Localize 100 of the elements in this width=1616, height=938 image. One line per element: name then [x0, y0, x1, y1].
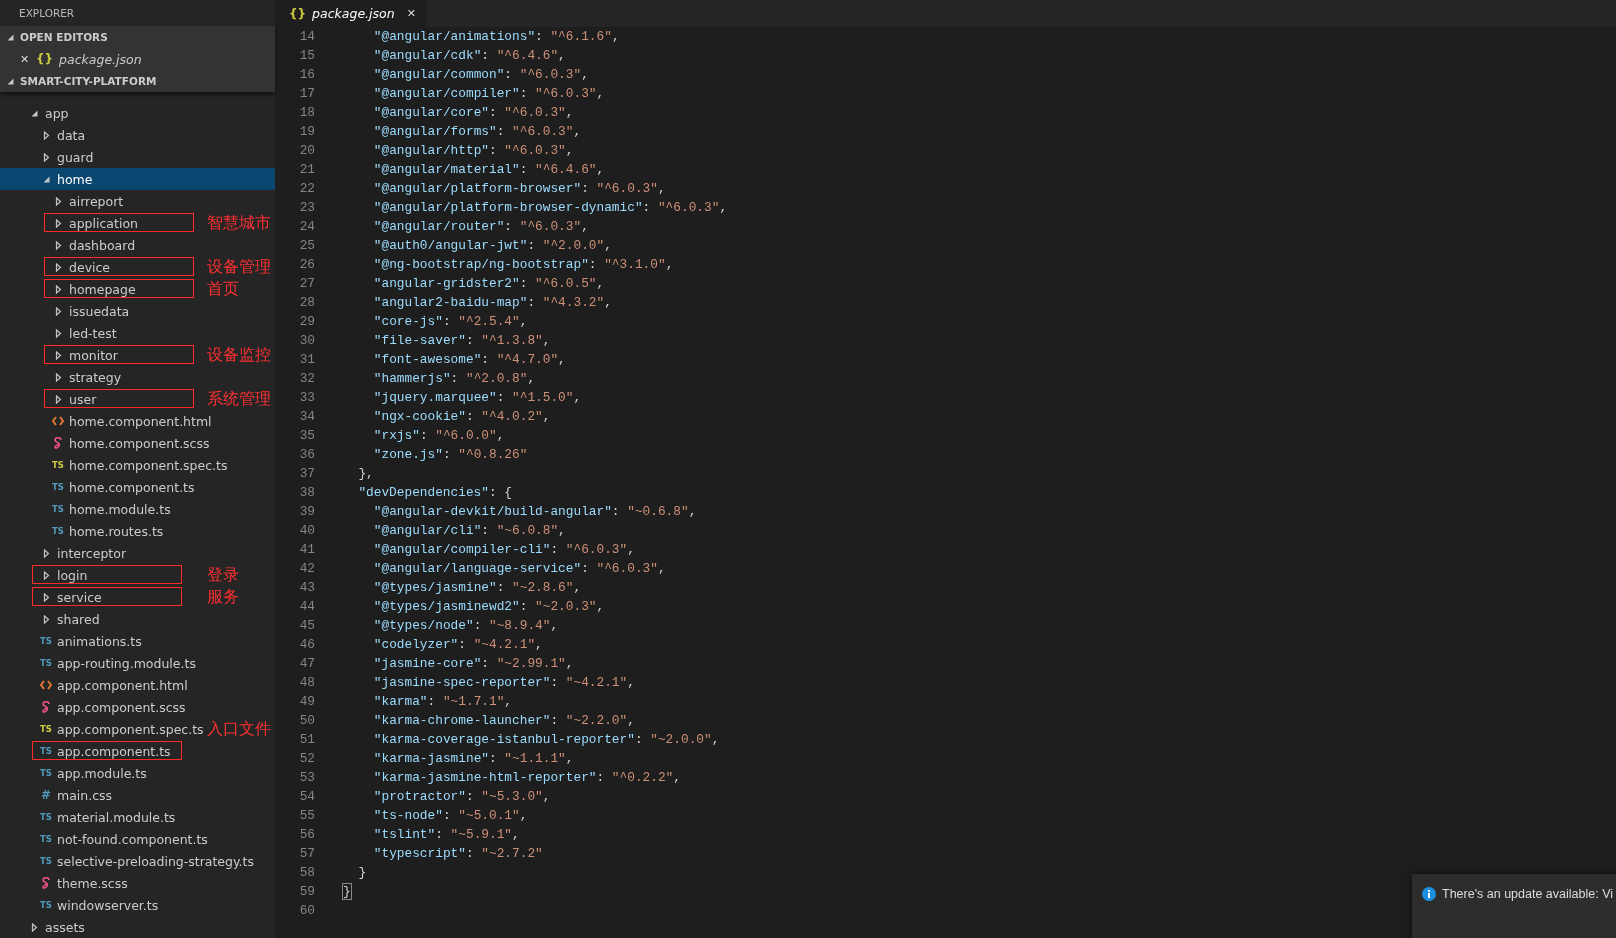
tree-item[interactable]: dashboard — [0, 234, 275, 256]
line-number: 35 — [298, 428, 315, 443]
code-line: "rxjs": "^6.0.0", — [373, 428, 505, 443]
code-line: "@angular/router": "^6.0.3", — [373, 219, 589, 234]
line-number: 39 — [298, 504, 315, 519]
line-number: 26 — [298, 257, 315, 272]
tree-item[interactable]: issuedata — [0, 300, 275, 322]
tree-item[interactable]: airreport — [0, 190, 275, 212]
tree-item[interactable]: TS selective-preloading-strategy.ts — [0, 850, 275, 872]
file-type-icon: TS — [40, 834, 52, 844]
tree-item[interactable]: TS home.routes.ts — [0, 520, 275, 542]
close-icon[interactable]: ✕ — [406, 7, 416, 20]
file-name: airreport — [69, 193, 124, 209]
line-number: 38 — [298, 485, 315, 500]
code-line: "@angular/core": "^6.0.3", — [373, 105, 574, 120]
tree-item[interactable]: login 登录 — [0, 564, 275, 586]
tree-item[interactable]: led-test — [0, 322, 275, 344]
section-title: SMART-CITY-PLATFORM — [20, 75, 157, 87]
code-line: "file-saver": "^1.3.8", — [373, 333, 551, 348]
line-number: 25 — [298, 238, 315, 253]
file-name: app.component.spec.ts — [57, 721, 204, 737]
annotation-note: 系统管理 — [207, 389, 271, 409]
tree-item[interactable]: app.component.scss — [0, 696, 275, 718]
annotation-note: 服务 — [207, 587, 239, 607]
code-line: "@types/node": "~8.9.4", — [373, 618, 559, 633]
code-line: "@angular/compiler-cli": "^6.0.3", — [373, 542, 635, 557]
tree-item[interactable]: app — [0, 102, 275, 124]
tree-item[interactable]: strategy — [0, 366, 275, 388]
file-name: assets — [45, 919, 85, 935]
section-header[interactable]: SMART-CITY-PLATFORM — [0, 70, 275, 92]
section-header[interactable]: OPEN EDITORS — [0, 26, 275, 48]
line-number: 17 — [298, 86, 315, 101]
line-number: 14 — [298, 29, 315, 44]
line-number: 40 — [298, 523, 315, 538]
tree-item[interactable]: data — [0, 124, 275, 146]
tree-item[interactable]: theme.scss — [0, 872, 275, 894]
tree-item[interactable]: interceptor — [0, 542, 275, 564]
code-line: "karma-jasmine": "~1.1.1", — [373, 751, 574, 766]
line-number: 21 — [298, 162, 315, 177]
code-line: "@ng-bootstrap/ng-bootstrap": "^3.1.0", — [373, 257, 674, 272]
code-line: "karma-jasmine-html-reporter": "^0.2.2", — [373, 770, 681, 785]
line-number: 59 — [298, 884, 315, 899]
code-line: } — [358, 865, 367, 880]
annotation-note: 设备监控 — [207, 345, 271, 365]
file-name: home.module.ts — [69, 501, 171, 517]
tree-item[interactable]: TS app.component.spec.ts 入口文件 — [0, 718, 275, 740]
tree-item[interactable]: device 设备管理 — [0, 256, 275, 278]
tree-item[interactable]: TS home.module.ts — [0, 498, 275, 520]
code-brackets-icon — [40, 680, 52, 690]
tree-item[interactable]: TS home.component.ts — [0, 476, 275, 498]
line-number: 54 — [298, 789, 315, 804]
tree-item[interactable]: application 智慧城市 — [0, 212, 275, 234]
tree-item[interactable]: home.component.html — [0, 410, 275, 432]
tree-item[interactable]: TS material.module.ts — [0, 806, 275, 828]
tree-item[interactable]: TS app.component.ts — [0, 740, 275, 762]
file-name: package.json — [59, 51, 142, 67]
editor-tab[interactable]: {} package.json ✕ — [275, 0, 426, 27]
tree-item[interactable]: assets — [0, 916, 275, 938]
file-name: interceptor — [57, 545, 127, 561]
file-name: app-routing.module.ts — [57, 655, 196, 671]
tree-item[interactable]: service 服务 — [0, 586, 275, 608]
tree-item[interactable]: TS app-routing.module.ts — [0, 652, 275, 674]
tree-item[interactable]: shared — [0, 608, 275, 630]
tree-item[interactable]: home — [0, 168, 275, 190]
tree-item[interactable]: guard — [0, 146, 275, 168]
file-name: selective-preloading-strategy.ts — [57, 853, 254, 869]
file-name: app.module.ts — [57, 765, 147, 781]
file-name: home.component.html — [69, 413, 212, 429]
open-editor-item[interactable]: ✕ {} package.json — [0, 48, 275, 70]
file-name: service — [57, 589, 102, 605]
file-name: home.component.scss — [69, 435, 210, 451]
file-type-icon: TS — [52, 504, 64, 514]
swirl-icon — [53, 436, 63, 450]
code-line: "@angular/platform-browser": "^6.0.3", — [373, 181, 666, 196]
file-name: not-found.component.ts — [57, 831, 208, 847]
tree-item[interactable]: home.component.scss — [0, 432, 275, 454]
line-number: 60 — [298, 903, 315, 918]
tree-item[interactable]: app.component.html — [0, 674, 275, 696]
line-number: 33 — [298, 390, 315, 405]
tree-item[interactable]: homepage 首页 — [0, 278, 275, 300]
file-name: home — [57, 171, 93, 187]
file-name: animations.ts — [57, 633, 142, 649]
tree-item[interactable]: TS app.module.ts — [0, 762, 275, 784]
tree-item[interactable]: # main.css — [0, 784, 275, 806]
close-icon[interactable]: ✕ — [20, 52, 36, 66]
file-name: material.module.ts — [57, 809, 176, 825]
line-number: 37 — [298, 466, 315, 481]
file-type-icon: TS — [40, 658, 52, 668]
tree-item[interactable]: TS not-found.component.ts — [0, 828, 275, 850]
file-name: device — [69, 259, 111, 275]
file-type-icon: TS — [52, 482, 64, 492]
line-number: 32 — [298, 371, 315, 386]
annotation-note: 设备管理 — [207, 257, 271, 277]
tree-item[interactable]: monitor 设备监控 — [0, 344, 275, 366]
tree-item[interactable]: TS animations.ts — [0, 630, 275, 652]
file-name: theme.scss — [57, 875, 128, 891]
tree-item[interactable]: TS windowserver.ts — [0, 894, 275, 916]
tree-item[interactable]: TS home.component.spec.ts — [0, 454, 275, 476]
tree-item[interactable]: user 系统管理 — [0, 388, 275, 410]
file-name: data — [57, 127, 86, 143]
